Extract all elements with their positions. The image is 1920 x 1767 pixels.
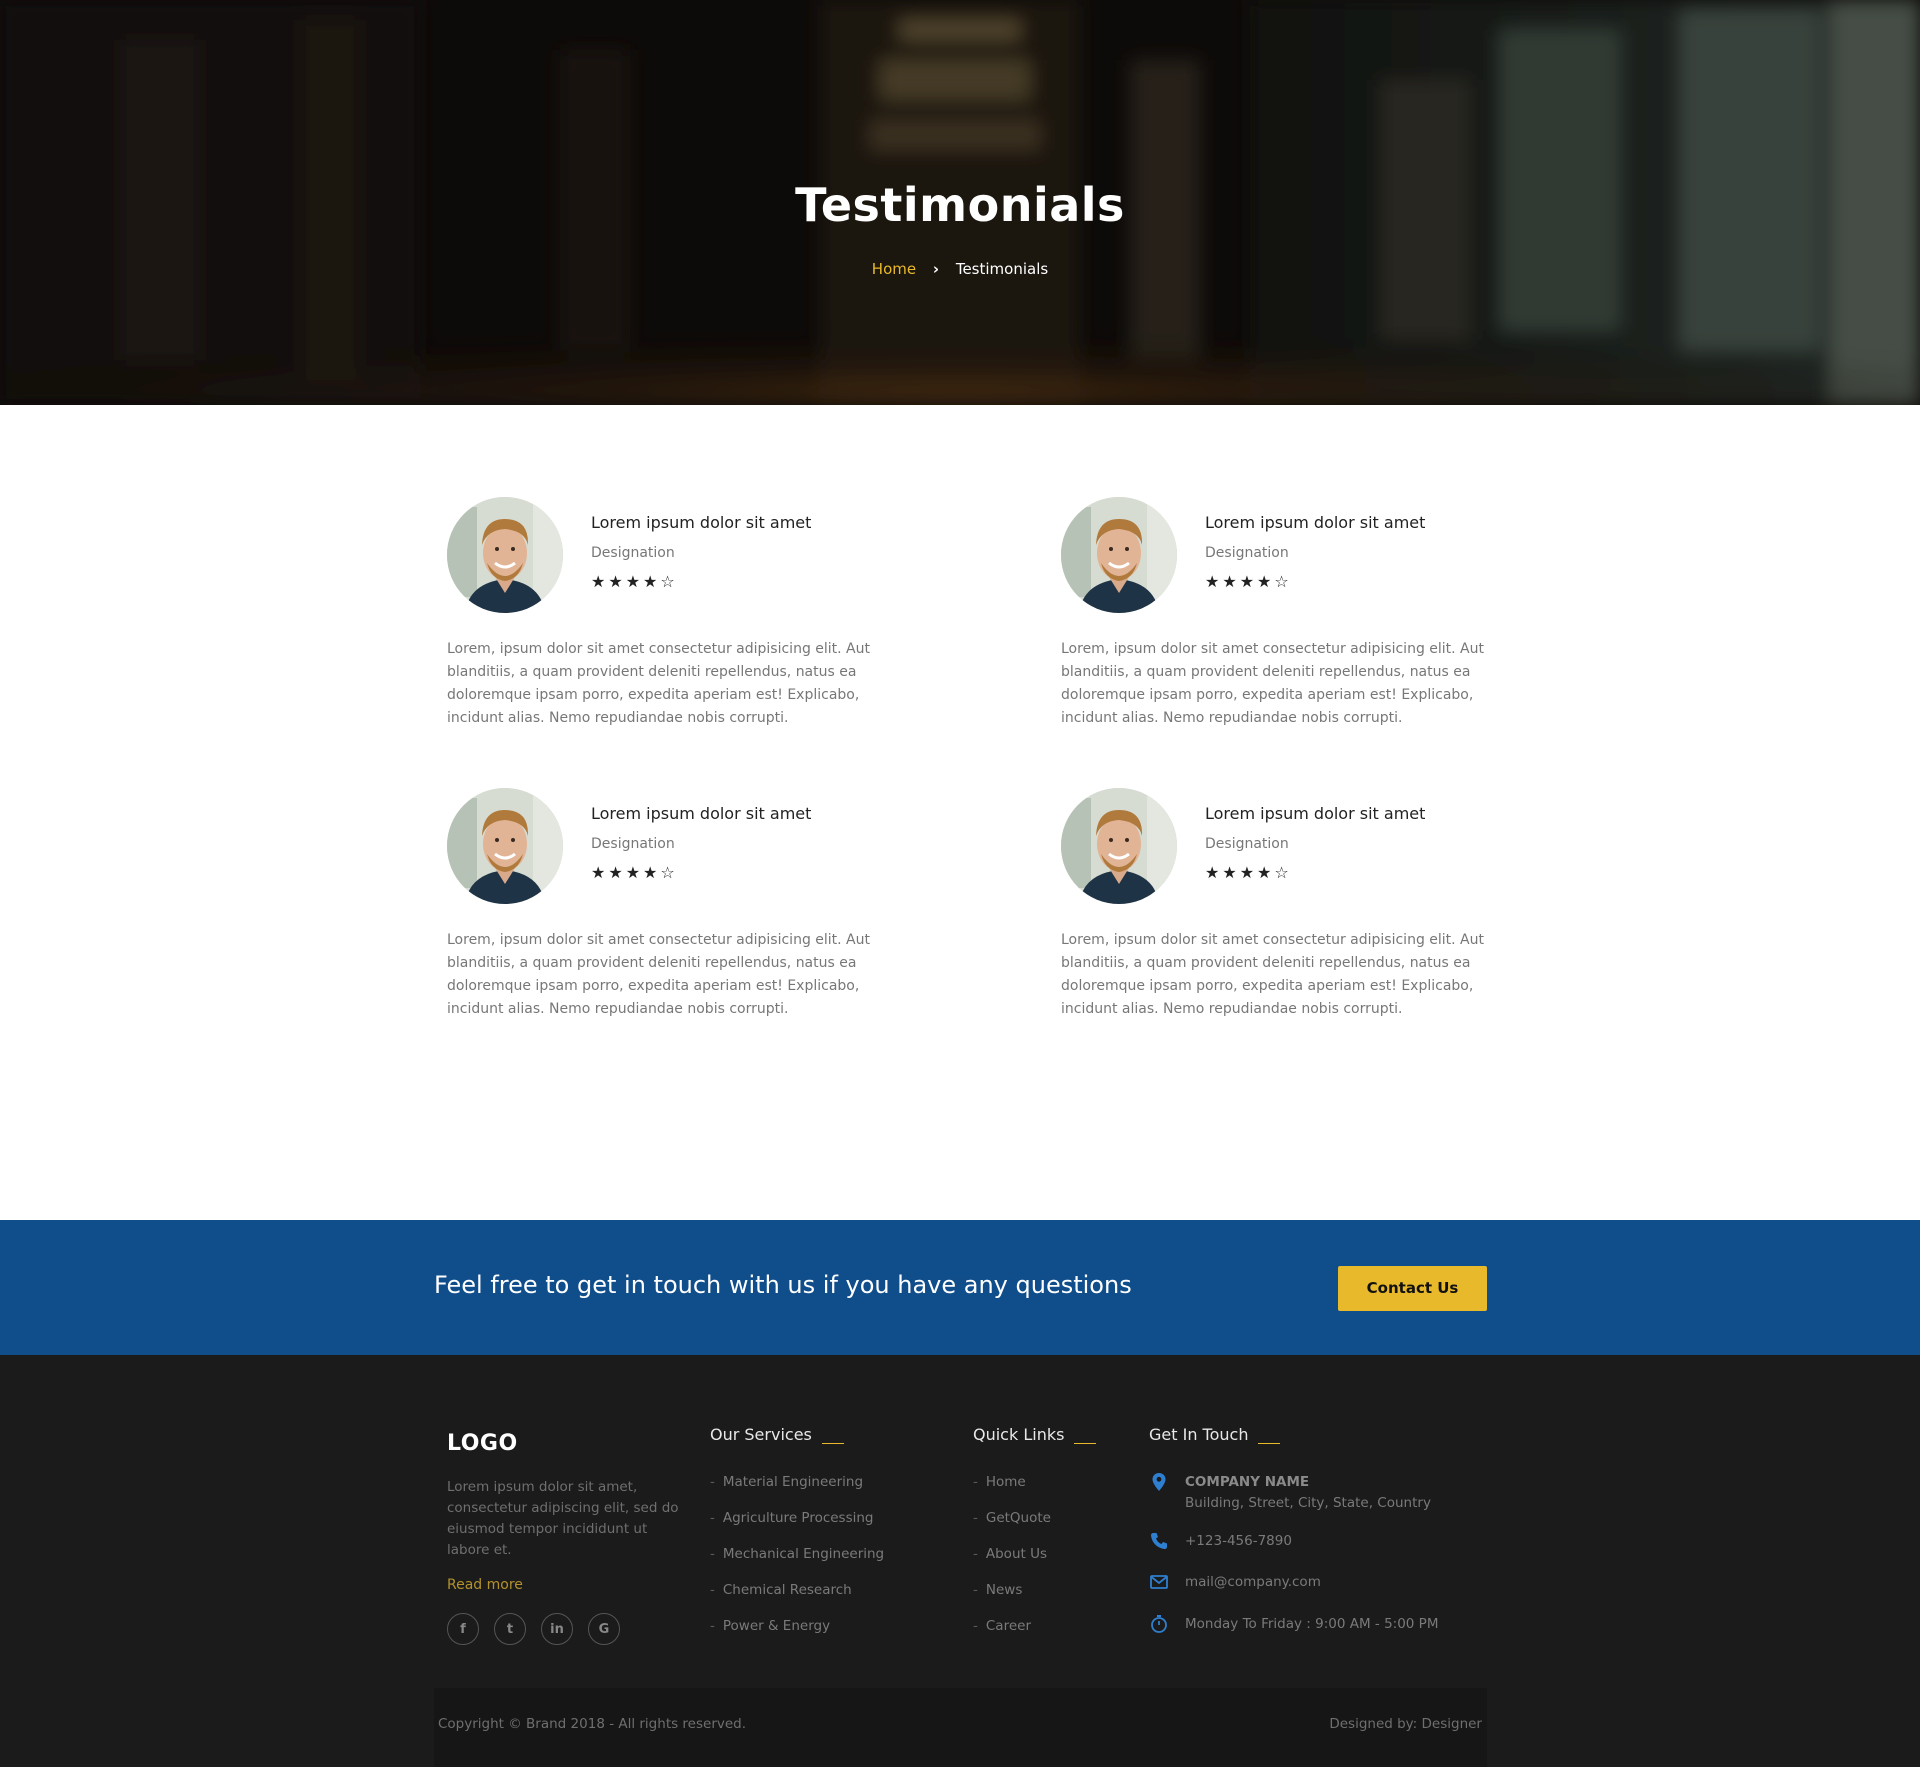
linkedin-icon[interactable]: in bbox=[541, 1613, 573, 1645]
company-address: Building, Street, City, State, Country bbox=[1185, 1495, 1431, 1511]
star-rating: ★★★★☆ bbox=[591, 572, 678, 591]
quick-link[interactable]: - Career bbox=[973, 1616, 1051, 1652]
testimonial-designation: Designation bbox=[1205, 545, 1289, 561]
service-link[interactable]: - Agriculture Processing bbox=[710, 1508, 884, 1544]
services-heading-label: Our Services bbox=[710, 1425, 812, 1444]
testimonial-text: Lorem, ipsum dolor sit amet consectetur … bbox=[1061, 932, 1485, 1017]
get-in-touch-heading-label: Get In Touch bbox=[1149, 1425, 1249, 1444]
footer-bottom-bar: Copyright © Brand 2018 - All rights rese… bbox=[434, 1688, 1487, 1767]
contact-address: COMPANY NAME Building, Street, City, Sta… bbox=[1149, 1472, 1431, 1514]
dash-icon: - bbox=[973, 1510, 978, 1526]
contact-us-button[interactable]: Contact Us bbox=[1338, 1266, 1487, 1311]
service-link-label: Power & Energy bbox=[722, 1618, 831, 1634]
quick-link[interactable]: - Home bbox=[973, 1472, 1051, 1508]
quick-links-list: - Home - GetQuote - About Us - News - Career bbox=[973, 1472, 1051, 1652]
testimonial-name: Lorem ipsum dolor sit amet bbox=[591, 513, 812, 532]
social-links: f t in G bbox=[447, 1613, 620, 1645]
quick-link[interactable]: - GetQuote bbox=[973, 1508, 1051, 1544]
testimonial-text: Lorem, ipsum dolor sit amet consectetur … bbox=[447, 641, 871, 726]
service-link[interactable]: - Mechanical Engineering bbox=[710, 1544, 884, 1580]
company-name: COMPANY NAME bbox=[1185, 1474, 1310, 1490]
testimonial-designation: Designation bbox=[591, 545, 675, 561]
testimonial-name: Lorem ipsum dolor sit amet bbox=[1205, 804, 1426, 823]
avatar bbox=[1061, 497, 1177, 613]
hero-banner: Testimonials Home › Testimonials bbox=[0, 0, 1920, 405]
quick-links-heading-label: Quick Links bbox=[973, 1425, 1065, 1444]
dash-icon: - bbox=[973, 1546, 978, 1562]
quick-link-label: GetQuote bbox=[985, 1510, 1051, 1526]
twitter-icon[interactable]: t bbox=[494, 1613, 526, 1645]
breadcrumb-home-link[interactable]: Home bbox=[872, 260, 916, 278]
business-hours: Monday To Friday : 9:00 AM - 5:00 PM bbox=[1185, 1616, 1439, 1632]
dash-icon: - bbox=[973, 1474, 978, 1490]
testimonial-designation: Designation bbox=[591, 836, 675, 852]
service-link-label: Mechanical Engineering bbox=[722, 1546, 885, 1562]
quick-link-label: Career bbox=[985, 1618, 1031, 1634]
heading-underline bbox=[1074, 1443, 1097, 1444]
testimonial-name: Lorem ipsum dolor sit amet bbox=[591, 804, 812, 823]
service-link[interactable]: - Power & Energy bbox=[710, 1616, 884, 1652]
testimonial-designation: Designation bbox=[1205, 836, 1289, 852]
testimonial-text: Lorem, ipsum dolor sit amet consectetur … bbox=[1061, 641, 1485, 726]
footer-about-text: Lorem ipsum dolor sit amet, consectetur … bbox=[447, 1479, 679, 1558]
facebook-icon[interactable]: f bbox=[447, 1613, 479, 1645]
breadcrumb-current: Testimonials bbox=[955, 260, 1049, 278]
quick-link[interactable]: - News bbox=[973, 1580, 1051, 1616]
service-link-label: Material Engineering bbox=[722, 1474, 864, 1490]
dash-icon: - bbox=[710, 1510, 715, 1526]
phone-icon bbox=[1151, 1533, 1167, 1549]
testimonial-text: Lorem, ipsum dolor sit amet consectetur … bbox=[447, 932, 871, 1017]
star-rating: ★★★★☆ bbox=[591, 863, 678, 882]
phone-number: +123-456-7890 bbox=[1185, 1533, 1292, 1549]
map-pin-icon bbox=[1152, 1473, 1166, 1491]
dash-icon: - bbox=[973, 1618, 978, 1634]
cta-text: Feel free to get in touch with us if you… bbox=[434, 1271, 1132, 1299]
quick-link-label: About Us bbox=[985, 1546, 1047, 1562]
dash-icon: - bbox=[710, 1582, 715, 1598]
footer-logo[interactable]: LOGO bbox=[447, 1431, 518, 1456]
service-link[interactable]: - Material Engineering bbox=[710, 1472, 884, 1508]
dash-icon: - bbox=[973, 1582, 978, 1598]
contact-cta-banner: Feel free to get in touch with us if you… bbox=[0, 1220, 1920, 1355]
copyright-text: Copyright © Brand 2018 - All rights rese… bbox=[438, 1716, 747, 1732]
get-in-touch-heading: Get In Touch bbox=[1149, 1425, 1281, 1444]
quick-links-heading: Quick Links bbox=[973, 1425, 1097, 1444]
star-rating: ★★★★☆ bbox=[1205, 863, 1292, 882]
heading-underline bbox=[821, 1443, 844, 1444]
services-list: - Material Engineering - Agriculture Proce… bbox=[710, 1472, 884, 1652]
read-more-link[interactable]: Read more bbox=[447, 1577, 523, 1593]
dash-icon: - bbox=[710, 1618, 715, 1634]
breadcrumb: Home › Testimonials bbox=[0, 260, 1920, 278]
service-link-label: Chemical Research bbox=[722, 1582, 852, 1598]
avatar bbox=[1061, 788, 1177, 904]
avatar bbox=[447, 788, 563, 904]
contact-phone[interactable]: +123-456-7890 bbox=[1149, 1531, 1292, 1552]
service-link[interactable]: - Chemical Research bbox=[710, 1580, 884, 1616]
email-address: mail@company.com bbox=[1185, 1574, 1321, 1590]
heading-underline bbox=[1258, 1443, 1281, 1444]
quick-link-label: News bbox=[985, 1582, 1023, 1598]
google-icon[interactable]: G bbox=[588, 1613, 620, 1645]
dash-icon: - bbox=[710, 1474, 715, 1490]
stopwatch-icon bbox=[1151, 1615, 1167, 1633]
footer: LOGO Lorem ipsum dolor sit amet, consect… bbox=[0, 1355, 1920, 1767]
chevron-right-icon: › bbox=[932, 260, 940, 278]
contact-email[interactable]: mail@company.com bbox=[1149, 1572, 1321, 1593]
star-rating: ★★★★☆ bbox=[1205, 572, 1292, 591]
designed-by-text: Designed by: Designer bbox=[1329, 1716, 1482, 1732]
testimonial-name: Lorem ipsum dolor sit amet bbox=[1205, 513, 1426, 532]
avatar bbox=[447, 497, 563, 613]
page-title: Testimonials bbox=[795, 178, 1125, 232]
quick-link-label: Home bbox=[985, 1474, 1026, 1490]
contact-hours: Monday To Friday : 9:00 AM - 5:00 PM bbox=[1149, 1614, 1438, 1635]
mail-icon bbox=[1150, 1575, 1168, 1589]
quick-link[interactable]: - About Us bbox=[973, 1544, 1051, 1580]
services-heading: Our Services bbox=[710, 1425, 844, 1444]
dash-icon: - bbox=[710, 1546, 715, 1562]
service-link-label: Agriculture Processing bbox=[722, 1510, 874, 1526]
